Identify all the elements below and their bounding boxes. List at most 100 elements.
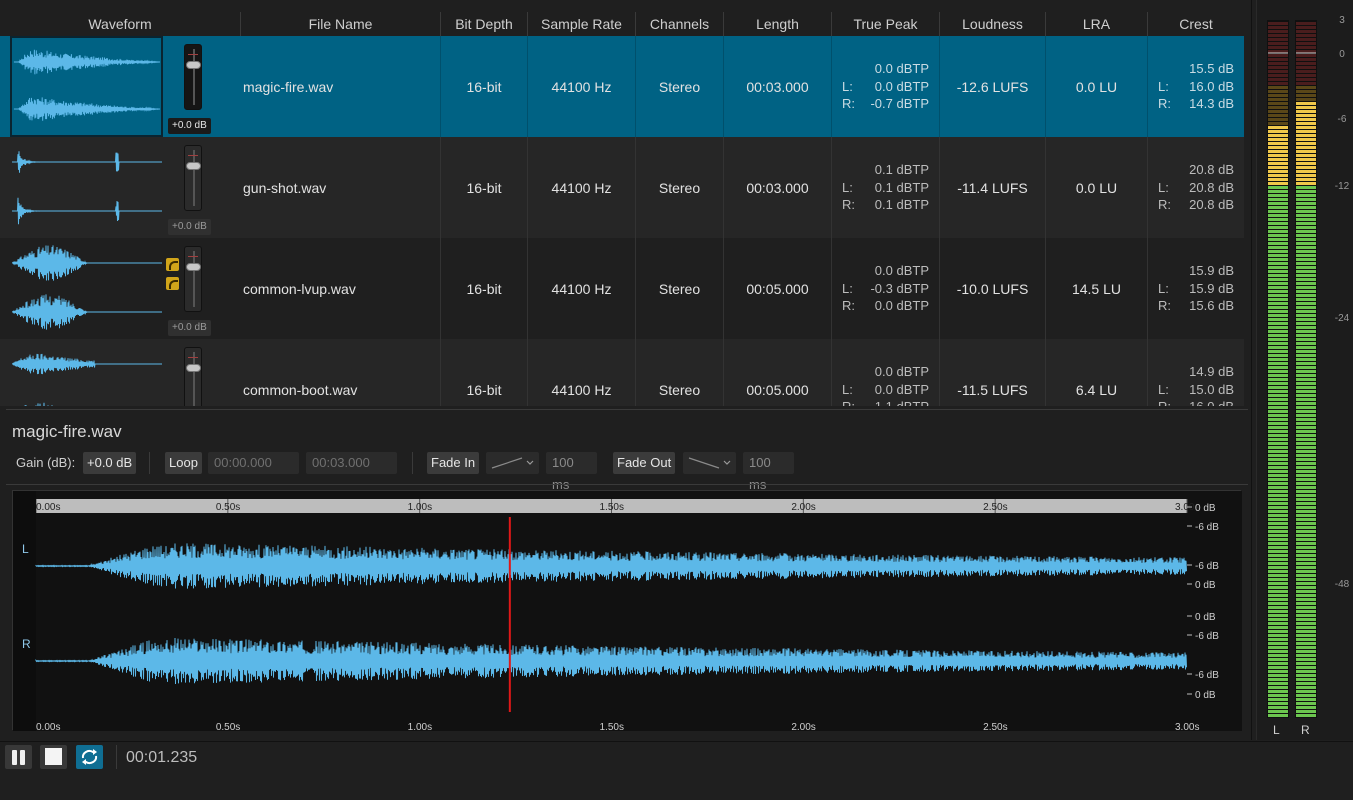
transport-bar: 00:01.235 <box>0 741 1353 800</box>
meter-segment <box>1296 466 1316 469</box>
loop-button[interactable]: Loop <box>165 452 202 474</box>
waveform-cell[interactable] <box>0 238 163 339</box>
meter-segment <box>1268 630 1288 633</box>
crest-cell: 14.9 dB L: 15.0 dB R: 16.0 dB <box>1148 339 1244 406</box>
row-gain-value[interactable]: +0.0 dB <box>168 118 211 134</box>
meter-segment <box>1296 326 1316 329</box>
waveform-cell[interactable] <box>0 36 163 137</box>
loop-toggle-button[interactable] <box>76 745 103 769</box>
column-header-bit-depth[interactable]: Bit Depth <box>441 12 528 36</box>
table-row[interactable]: +0.0 dB magic-fire.wav 16-bit 44100 Hz Stere… <box>0 36 1244 137</box>
channel-label: R <box>22 637 31 651</box>
loop-start-field[interactable]: 00:00.000 <box>208 452 299 474</box>
waveform-editor-canvas[interactable]: 0.00s 0.00s 0.50s 0.50s 1.00s 1.00s 1.50s 1.50s… <box>13 491 1242 731</box>
bit-depth-cell: 16-bit <box>441 238 528 339</box>
waveform-editor[interactable]: 0.00s 0.00s 0.50s 0.50s 1.00s 1.00s 1.50s 1.50s… <box>12 490 1242 731</box>
channel-label: L: <box>1158 280 1169 296</box>
column-header-sample-rate[interactable]: Sample Rate <box>528 12 636 36</box>
meter-segment <box>1268 694 1288 697</box>
meter-segment <box>1268 582 1288 585</box>
meter-segment <box>1296 38 1316 41</box>
measurement-value: 14.9 dB <box>1189 364 1234 380</box>
meter-segment <box>1268 34 1288 37</box>
waveform-cell[interactable] <box>0 137 163 238</box>
meter-segment <box>1268 414 1288 417</box>
fade-out-curve-select[interactable] <box>683 452 736 474</box>
channel-label: L: <box>842 179 853 195</box>
meter-segment <box>1296 690 1316 693</box>
gain-value-field[interactable]: +0.0 dB <box>83 452 137 474</box>
fader-knob[interactable] <box>186 364 201 372</box>
measurement-value: 0.0 dBTP <box>874 61 929 77</box>
meter-segment <box>1296 238 1316 241</box>
fader-knob[interactable] <box>186 162 201 170</box>
stop-button[interactable] <box>40 745 67 769</box>
row-gain-value[interactable]: +0.0 dB <box>168 320 211 336</box>
waveform-thumbnail[interactable] <box>10 137 163 238</box>
fade-out-button[interactable]: Fade Out <box>613 452 676 474</box>
gain-fader[interactable] <box>184 145 202 211</box>
loop-end-field[interactable]: 00:03.000 <box>306 452 397 474</box>
row-gain-value[interactable]: +0.0 dB <box>168 219 211 235</box>
meter-segment <box>1268 30 1288 33</box>
meter-segment <box>1268 282 1288 285</box>
meter-segment <box>1268 366 1288 369</box>
pause-button[interactable] <box>5 745 32 769</box>
meter-segment <box>1296 234 1316 237</box>
column-header-length[interactable]: Length <box>724 12 832 36</box>
meter-segment <box>1268 186 1288 189</box>
meter-segment <box>1268 370 1288 373</box>
meter-segment <box>1268 162 1288 165</box>
meter-segment <box>1296 190 1316 193</box>
length-cell: 00:05.000 <box>724 238 832 339</box>
meter-segment <box>1296 134 1316 137</box>
meter-segment <box>1268 98 1288 101</box>
meter-segment <box>1268 78 1288 81</box>
table-row[interactable]: +0.0 dB gun-shot.wav 16-bit 44100 Hz Stereo 0… <box>0 137 1244 238</box>
waveform-cell[interactable] <box>0 339 163 406</box>
waveform-thumbnail[interactable] <box>10 238 163 339</box>
column-header-waveform[interactable]: Waveform <box>0 12 241 36</box>
gain-fader[interactable] <box>184 347 202 406</box>
fader-knob[interactable] <box>186 263 201 271</box>
fade-out-duration-field[interactable]: 100 ms <box>743 452 794 492</box>
bottom-tick-label: 1.00s <box>408 722 432 731</box>
fade-in-duration-field[interactable]: 100 ms <box>546 452 597 492</box>
meter-segment <box>1268 338 1288 341</box>
column-header-channels[interactable]: Channels <box>636 12 724 36</box>
meter-segment <box>1268 598 1288 601</box>
meter-segment <box>1296 158 1316 161</box>
column-header-file-name[interactable]: File Name <box>241 12 441 36</box>
meter-segment <box>1296 550 1316 553</box>
gain-fader[interactable] <box>184 44 202 110</box>
table-row[interactable]: +0.0 dBcommon-boot.wav16-bit44100 HzSter… <box>0 339 1244 406</box>
column-header-true-peak[interactable]: True Peak <box>832 12 940 36</box>
fader-peak-marker <box>188 256 198 257</box>
divider <box>149 452 150 474</box>
channel-label: L: <box>842 381 853 397</box>
meter-segment <box>1268 26 1288 29</box>
gain-fader[interactable] <box>184 246 202 312</box>
meter-segment <box>1268 586 1288 589</box>
channel-label: R: <box>1158 96 1171 112</box>
fade-in-curve-select[interactable] <box>486 452 539 474</box>
column-header-loudness[interactable]: Loudness <box>940 12 1046 36</box>
column-header-lra[interactable]: LRA <box>1046 12 1148 36</box>
table-row[interactable]: +0.0 dB common-lvup.wav 16-bit 44100 Hz Ster… <box>0 238 1244 339</box>
meter-segment <box>1296 378 1316 381</box>
meter-segment <box>1268 570 1288 573</box>
meter-segment <box>1268 130 1288 133</box>
meter-segment <box>1296 410 1316 413</box>
meter-segment <box>1268 502 1288 505</box>
waveform-thumbnail[interactable] <box>10 339 163 406</box>
meter-segment <box>1268 430 1288 433</box>
waveform-thumbnail[interactable] <box>10 36 163 137</box>
meter-segment <box>1296 310 1316 313</box>
crest-cell: 20.8 dB L: 20.8 dB R: 20.8 dB <box>1148 137 1244 238</box>
fade-in-button[interactable]: Fade In <box>427 452 480 474</box>
meter-segment <box>1268 578 1288 581</box>
loudness-cell: -11.5 LUFS <box>940 339 1046 406</box>
column-header-crest[interactable]: Crest <box>1148 12 1244 36</box>
fader-knob[interactable] <box>186 61 201 69</box>
main-panel: Waveform File Name Bit Depth Sample Rate… <box>0 0 1252 740</box>
